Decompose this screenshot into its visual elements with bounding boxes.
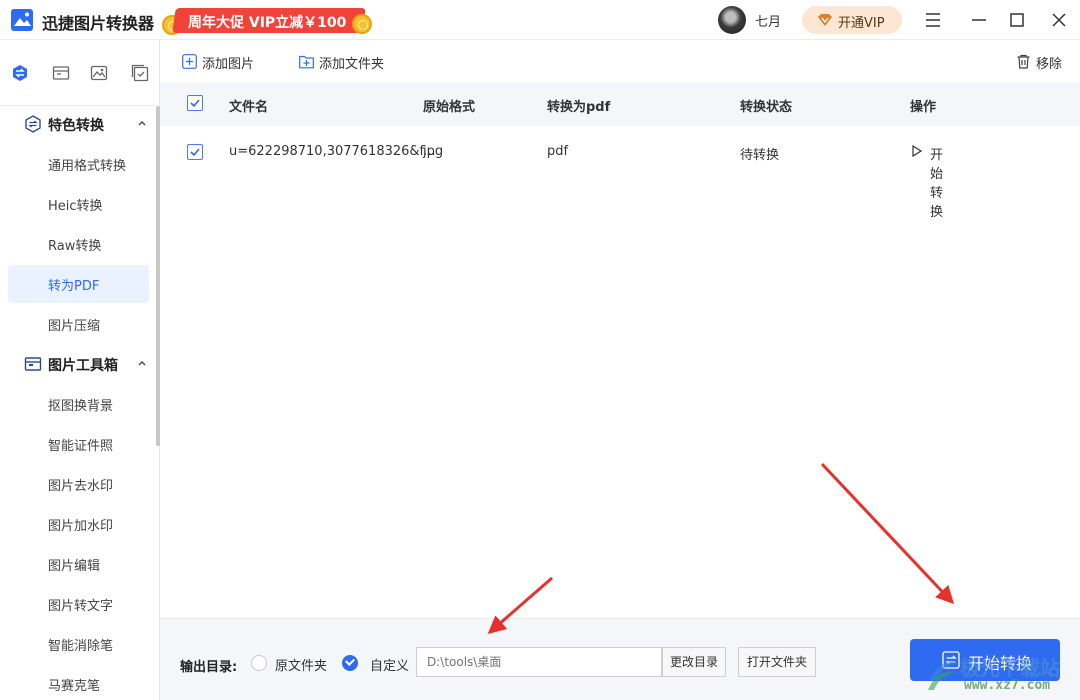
header-original-format: 原始格式 xyxy=(423,100,476,115)
toolbar: 添加图片 添加文件夹 移除 xyxy=(160,40,1080,82)
open-folder-button[interactable]: 打开文件夹 xyxy=(738,647,816,677)
add-folder-icon xyxy=(299,55,314,69)
batch-category-icon[interactable] xyxy=(131,64,149,82)
vip-diamond-icon xyxy=(818,14,832,26)
nav-label: 图片压缩 xyxy=(48,319,101,334)
sidebar-item-general-convert[interactable]: 通用格式转换 xyxy=(8,145,149,183)
open-vip-button[interactable]: 开通VIP xyxy=(802,6,902,34)
maximize-icon[interactable] xyxy=(1005,8,1029,32)
radio-custom-folder[interactable] xyxy=(342,655,358,671)
sidebar-item-to-pdf[interactable]: 转为PDF xyxy=(8,265,149,303)
nav-label: Heic转换 xyxy=(48,199,103,214)
select-all-checkbox[interactable] xyxy=(187,95,203,111)
sidebar-icon-row xyxy=(0,40,160,106)
header-target-format: 转换为pdf xyxy=(547,100,611,115)
username[interactable]: 七月 xyxy=(755,11,781,30)
nav-label: 转为PDF xyxy=(48,279,100,294)
app-title: 迅捷图片转换器 xyxy=(42,14,155,33)
section-label: 图片工具箱 xyxy=(48,358,118,374)
toolbox-category-icon[interactable] xyxy=(52,64,70,82)
menu-icon[interactable] xyxy=(921,8,945,32)
section-label: 特色转换 xyxy=(48,118,104,134)
play-icon xyxy=(912,145,922,157)
nav-label: 图片转文字 xyxy=(48,599,114,614)
trash-icon xyxy=(1017,54,1030,69)
nav-label: 抠图换背景 xyxy=(48,399,114,414)
nav-label: 通用格式转换 xyxy=(48,159,127,174)
radio-original-folder[interactable] xyxy=(251,655,267,671)
add-folder-label: 添加文件夹 xyxy=(319,57,385,72)
nav-label: 马赛克笔 xyxy=(48,679,101,694)
header-actions: 操作 xyxy=(910,100,937,115)
coin-icon xyxy=(352,14,372,34)
check-icon xyxy=(190,99,200,108)
site-watermark: 极光下载站 www.xz7.com xyxy=(924,648,1080,698)
nav-label: 图片去水印 xyxy=(48,479,114,494)
close-icon[interactable] xyxy=(1047,8,1071,32)
sidebar-item-remove-watermark[interactable]: 图片去水印 xyxy=(8,465,149,503)
chevron-up-icon xyxy=(138,361,146,366)
cell-target: pdf xyxy=(547,144,569,159)
promo-text: 周年大促 VIP立减￥100 xyxy=(188,15,347,31)
app-logo-icon xyxy=(11,9,33,31)
special-convert-icon xyxy=(25,115,41,133)
nav-label: 智能消除笔 xyxy=(48,639,114,654)
nav-label: Raw转换 xyxy=(48,239,102,254)
sidebar-item-cutout[interactable]: 抠图换背景 xyxy=(8,385,149,423)
sidebar-item-mosaic[interactable]: 马赛克笔 xyxy=(8,665,149,700)
vip-label: 开通VIP xyxy=(838,16,885,31)
title-bar: 迅捷图片转换器 周年大促 VIP立减￥100 七月 开通VIP xyxy=(0,0,1080,40)
toolbox-icon xyxy=(24,357,42,371)
table-row[interactable]: u=622298710,3077618326&f... jpg pdf 待转换 … xyxy=(160,130,1080,220)
watermark-logo-icon xyxy=(928,661,958,690)
sidebar-item-ocr[interactable]: 图片转文字 xyxy=(8,585,149,623)
radio-custom-label[interactable]: 自定义 xyxy=(370,655,409,674)
sidebar-item-compress[interactable]: 图片压缩 xyxy=(8,305,149,343)
check-icon xyxy=(190,148,200,157)
output-path-input[interactable] xyxy=(416,647,662,677)
table-header: 文件名 原始格式 转换为pdf 转换状态 操作 xyxy=(160,82,1080,126)
nav-label: 图片加水印 xyxy=(48,519,114,534)
sidebar: 特色转换 通用格式转换 Heic转换 Raw转换 转为PDF 图片压缩 图片工具… xyxy=(0,40,160,700)
header-status: 转换状态 xyxy=(740,100,793,115)
sidebar-item-add-watermark[interactable]: 图片加水印 xyxy=(8,505,149,543)
output-dir-label: 输出目录: xyxy=(180,660,238,675)
convert-category-icon[interactable] xyxy=(11,64,29,82)
sidebar-item-eraser[interactable]: 智能消除笔 xyxy=(8,625,149,663)
row-checkbox[interactable] xyxy=(187,144,203,160)
image-category-icon[interactable] xyxy=(90,64,108,82)
chevron-up-icon xyxy=(138,121,146,126)
cell-status: 待转换 xyxy=(740,148,780,163)
section-image-toolbox[interactable]: 图片工具箱 xyxy=(0,344,158,384)
sidebar-item-id-photo[interactable]: 智能证件照 xyxy=(8,425,149,463)
section-special-convert[interactable]: 特色转换 xyxy=(0,104,158,144)
cell-format: jpg xyxy=(423,144,444,159)
app-window: 迅捷图片转换器 周年大促 VIP立减￥100 七月 开通VIP 特色转换 通用格… xyxy=(0,0,1080,700)
add-image-label: 添加图片 xyxy=(202,57,255,72)
main-panel: 添加图片 添加文件夹 移除 文件名 原始格式 转换为pdf 转换状态 操作 u=… xyxy=(160,40,1080,700)
nav-label: 图片编辑 xyxy=(48,559,101,574)
remove-label: 移除 xyxy=(1036,57,1063,72)
sidebar-item-heic[interactable]: Heic转换 xyxy=(8,185,149,223)
watermark-text: 极光下载站 xyxy=(960,656,1060,680)
cell-filename: u=622298710,3077618326&f... xyxy=(229,144,436,159)
avatar[interactable] xyxy=(718,6,746,34)
row-action-label: 开始转换 xyxy=(930,148,944,220)
nav-label: 智能证件照 xyxy=(48,439,114,454)
sidebar-item-raw[interactable]: Raw转换 xyxy=(8,225,149,263)
header-filename: 文件名 xyxy=(229,100,269,115)
sidebar-item-edit[interactable]: 图片编辑 xyxy=(8,545,149,583)
minimize-icon[interactable] xyxy=(967,8,991,32)
change-dir-button[interactable]: 更改目录 xyxy=(662,647,726,677)
add-image-icon xyxy=(182,54,197,69)
watermark-url: www.xz7.com xyxy=(964,678,1051,693)
radio-original-label[interactable]: 原文件夹 xyxy=(275,655,327,674)
